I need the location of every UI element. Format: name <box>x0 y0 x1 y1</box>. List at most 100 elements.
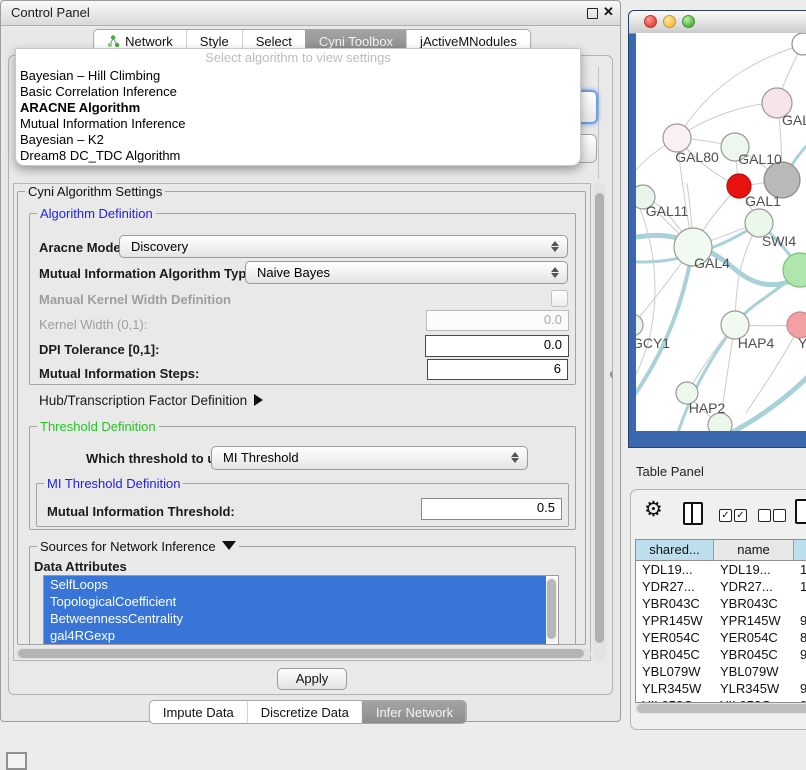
tab-discretize-data[interactable]: Discretize Data <box>247 701 362 723</box>
dropdown-item[interactable]: Bayesian – Hill Climbing <box>20 68 576 84</box>
table-row[interactable]: YLR345WYLR345W9. <box>636 680 806 697</box>
panel-title: Control Panel <box>11 1 90 25</box>
apply-button[interactable]: Apply <box>277 668 347 690</box>
list-item[interactable]: gal4RGexp <box>44 627 546 644</box>
combo-value: Naive Bayes <box>257 265 330 280</box>
tab-label: Network <box>125 34 173 49</box>
triangle-right-icon <box>254 394 263 406</box>
table-row[interactable]: YPR145WYPR145W9. <box>636 612 806 629</box>
tab-label: Impute Data <box>163 705 234 720</box>
table-cell: 9. <box>794 646 806 663</box>
column-header-shared[interactable]: shared... <box>636 540 714 560</box>
table-row[interactable]: YBR043CYBR043C <box>636 595 806 612</box>
table-cell: 12 <box>794 578 806 595</box>
table-cell: YDR27... <box>714 578 794 595</box>
table-cell: 9. <box>794 612 806 629</box>
table-row[interactable]: YDR27...YDR27...12 <box>636 578 806 595</box>
node-label: GAL1 <box>745 193 781 209</box>
table-panel: ⚙ ✓ ✓ shared... name YDL19...YDL19...13Y… <box>630 489 806 730</box>
node-label: GAL11 <box>646 203 689 219</box>
manual-kernel-checkbox[interactable] <box>551 290 568 307</box>
sources-toggle[interactable]: Sources for Network Inference <box>37 539 239 554</box>
combo-value: MI Threshold <box>223 450 299 465</box>
tab-label: Style <box>200 34 229 49</box>
hidden-combobox-focused[interactable] <box>578 90 598 124</box>
table-header-row: shared... name <box>636 540 806 561</box>
float-window-icon[interactable] <box>587 8 598 19</box>
table-cell: YLR345W <box>636 680 714 697</box>
network-canvas[interactable]: GALGAL80GAL10GAL1GAL11GAL4SWI4GCY1HAP4YH… <box>636 33 806 431</box>
horizontal-scrollbar[interactable] <box>15 648 591 659</box>
kernel-width-label: Kernel Width (0,1): <box>39 317 147 332</box>
network-node[interactable] <box>792 33 806 55</box>
sources-title: Sources for Network Inference <box>40 539 216 554</box>
gear-icon[interactable]: ⚙ <box>644 498 663 522</box>
table-cell: YBL079W <box>636 663 714 680</box>
dropdown-item[interactable]: Dream8 DC_TDC Algorithm <box>20 148 576 164</box>
algorithm-dropdown-popup: Select algorithm to view settings Bayesi… <box>15 48 581 166</box>
dropdown-item[interactable]: Bayesian – K2 <box>20 132 576 148</box>
list-item[interactable]: BetweennessCentrality <box>44 610 546 627</box>
dropdown-placeholder: Select algorithm to view settings <box>16 50 580 65</box>
node-label: GAL10 <box>738 151 782 167</box>
scrollbar-thumb[interactable] <box>637 704 806 713</box>
which-threshold-select[interactable]: MI Threshold <box>211 446 528 470</box>
table-row[interactable]: YBR045CYBR045C9. <box>636 646 806 663</box>
node-label: GCY1 <box>636 335 670 351</box>
table-cell: YPR145W <box>714 612 794 629</box>
mi-steps-field[interactable]: 6 <box>427 359 568 380</box>
mi-algorithm-type-select[interactable]: Naive Bayes <box>245 261 568 284</box>
minimize-button[interactable] <box>663 15 676 28</box>
corner-widget-icon[interactable] <box>6 752 27 770</box>
splitpane-handle[interactable] <box>610 371 617 378</box>
close-icon[interactable]: ✕ <box>603 4 614 20</box>
column-header-partial[interactable] <box>794 540 806 560</box>
list-item[interactable]: TopologicalCoefficient <box>44 593 546 610</box>
network-svg: GALGAL80GAL10GAL1GAL11GAL4SWI4GCY1HAP4YH… <box>636 33 806 431</box>
unchecked-checkbox-icon[interactable] <box>773 509 786 522</box>
network-node[interactable] <box>663 124 691 152</box>
scrollbar-thumb[interactable] <box>595 193 604 643</box>
list-item[interactable]: SelfLoops <box>44 576 546 593</box>
data-attributes-list[interactable]: SelfLoops TopologicalCoefficient Between… <box>43 575 559 645</box>
table-horizontal-scrollbar[interactable] <box>635 703 806 714</box>
group-title: Algorithm Definition <box>37 206 156 221</box>
vertical-scrollbar[interactable] <box>593 183 606 661</box>
close-button[interactable] <box>644 15 657 28</box>
dropdown-item-selected[interactable]: ARACNE Algorithm <box>20 100 576 116</box>
tab-impute-data[interactable]: Impute Data <box>150 701 247 723</box>
hub-definition-label: Hub/Transcription Factor Definition <box>39 393 247 408</box>
unchecked-checkbox-icon[interactable] <box>758 509 771 522</box>
dpi-tolerance-label: DPI Tolerance [0,1]: <box>39 342 159 357</box>
zoom-button[interactable] <box>682 15 695 28</box>
dropdown-item[interactable]: Basic Correlation Inference <box>20 84 576 100</box>
table-cell: YER054C <box>636 629 714 646</box>
aracne-mode-select[interactable]: Discovery <box>119 235 568 258</box>
document-icon[interactable] <box>795 499 806 524</box>
aracne-mode-label: Aracne Mode: <box>39 240 125 255</box>
table-row[interactable]: YBL079WYBL079W <box>636 663 806 680</box>
node-label: SWI4 <box>762 233 796 249</box>
scrollbar-thumb[interactable] <box>18 649 584 658</box>
dropdown-item[interactable]: Mutual Information Inference <box>20 116 576 132</box>
mi-threshold-field[interactable]: 0.5 <box>421 498 562 520</box>
list-scrollbar[interactable] <box>546 577 557 643</box>
kernel-width-field[interactable]: 0.0 <box>426 310 569 331</box>
node-table: shared... name YDL19...YDL19...13YDR27..… <box>635 539 806 703</box>
table-cell: 9. <box>794 680 806 697</box>
table-row[interactable]: YDL19...YDL19...13 <box>636 561 806 578</box>
network-window-titlebar <box>629 11 806 34</box>
mi-steps-label: Mutual Information Steps: <box>39 366 199 381</box>
hub-definition-toggle[interactable]: Hub/Transcription Factor Definition <box>39 393 263 408</box>
checked-checkbox-icon[interactable]: ✓ <box>734 509 747 522</box>
scrollbar-thumb[interactable] <box>547 579 556 639</box>
column-header-name[interactable]: name <box>714 540 794 560</box>
columns-icon[interactable] <box>683 502 703 525</box>
network-node[interactable] <box>636 314 643 336</box>
tab-infer-network[interactable]: Infer Network <box>362 701 466 723</box>
table-row[interactable]: YER054CYER054C8. <box>636 629 806 646</box>
chevron-updown-icon <box>510 451 519 464</box>
checked-checkbox-icon[interactable]: ✓ <box>719 509 732 522</box>
dpi-tolerance-field[interactable]: 0.0 <box>425 335 569 357</box>
group-title: MI Threshold Definition <box>44 476 183 491</box>
